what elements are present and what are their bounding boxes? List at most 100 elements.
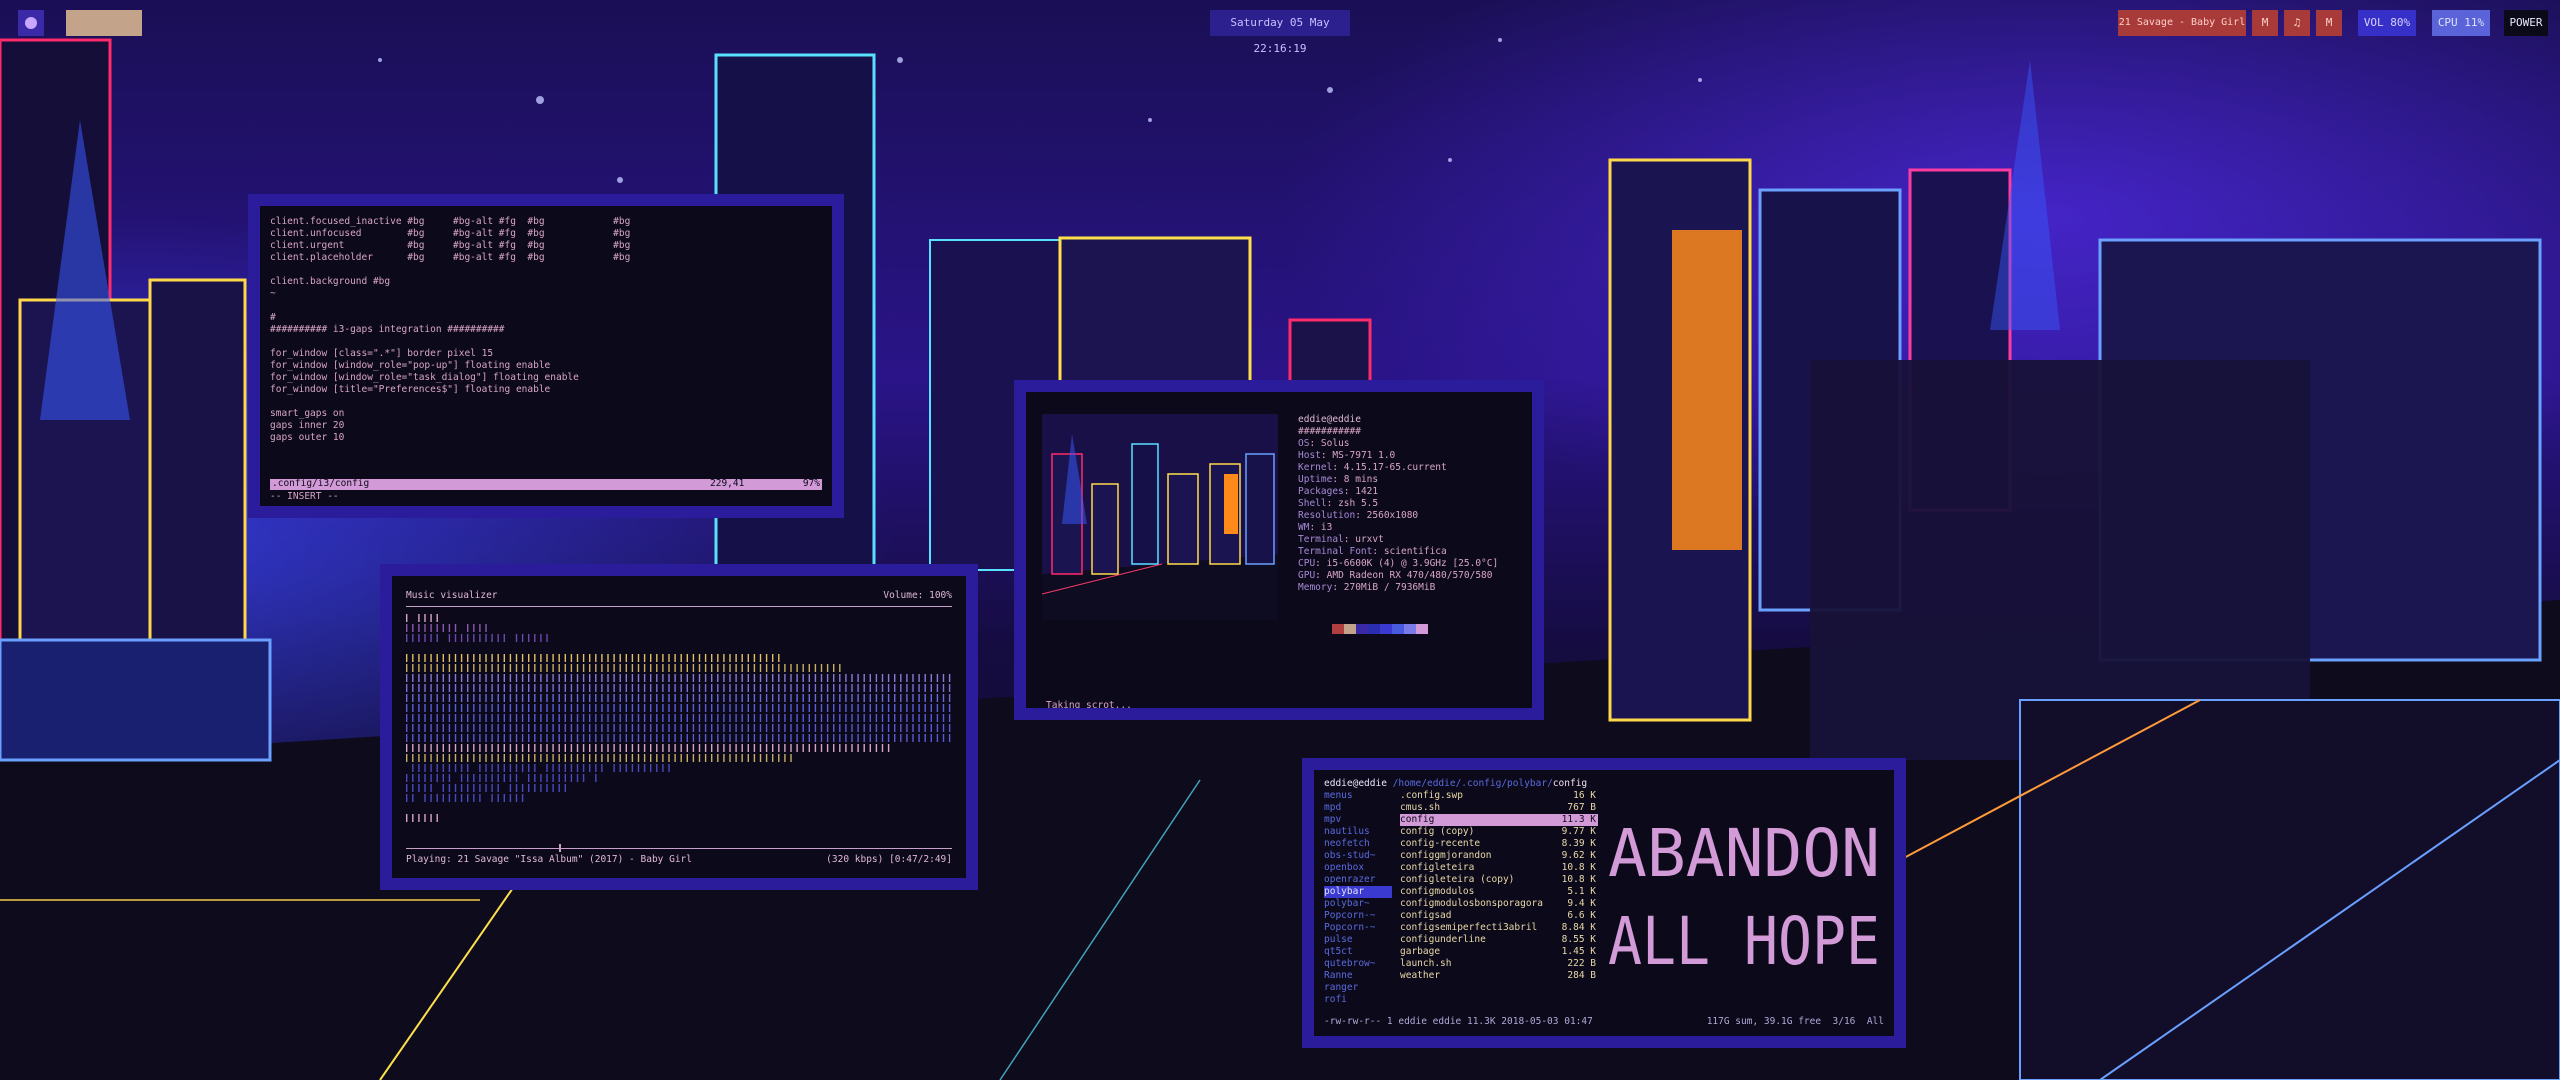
file-item[interactable]: garbage 1.45 K — [1400, 946, 1598, 958]
file-item[interactable]: config 11.3 K — [1400, 814, 1598, 826]
file-item[interactable]: config-recente 8.39 K — [1400, 838, 1598, 850]
file-item[interactable]: configleteira 10.8 K — [1400, 862, 1598, 874]
parent-dir-item[interactable]: polybar — [1324, 886, 1392, 898]
playing-info: Playing: 21 Savage "Issa Album" (2017) -… — [406, 854, 692, 865]
code-line[interactable]: client.background #bg — [270, 276, 822, 288]
palette-swatch — [1368, 624, 1380, 634]
code-line[interactable]: gaps inner 20 — [270, 420, 822, 432]
code-line[interactable] — [270, 336, 822, 348]
code-line[interactable]: for_window [window_role="pop-up"] floati… — [270, 360, 822, 372]
sysinfo-row: Memory: 270MiB / 7936MiB — [1298, 582, 1436, 593]
code-line[interactable] — [270, 300, 822, 312]
editor-buffer[interactable]: client.focused_inactive #bg #bg-alt #fg … — [270, 216, 822, 496]
workspace-active-button[interactable] — [66, 10, 142, 36]
sysinfo-row: CPU: i5-6600K (4) @ 3.9GHz [25.0°C] — [1298, 558, 1499, 569]
parent-dir-item[interactable]: ranger — [1324, 982, 1392, 994]
ranger-file-manager-window[interactable]: eddie@eddie /home/eddie/.config/polybar/… — [1302, 758, 1906, 1048]
parent-dir-item[interactable]: neofetch — [1324, 838, 1392, 850]
sysinfo-value: AMD Radeon RX 470/480/570/580 — [1326, 570, 1493, 581]
music-visualizer-window[interactable]: Music visualizer Volume: 100% Playing: 2… — [380, 564, 978, 890]
clock: Saturday 05 May 22:16:19 — [1210, 10, 1350, 55]
file-size: 1.45 K — [1561, 946, 1596, 957]
parent-dir-item[interactable]: mpd — [1324, 802, 1392, 814]
file-item[interactable]: config (copy) 9.77 K — [1400, 826, 1598, 838]
ranger-current: config — [1552, 778, 1588, 789]
parent-dir-item[interactable]: rofi — [1324, 994, 1392, 1006]
file-size: 8.55 K — [1561, 934, 1596, 945]
next-track-button[interactable]: M — [2316, 10, 2342, 36]
file-item[interactable]: cmus.sh 767 B — [1400, 802, 1598, 814]
code-line[interactable]: smart_gaps on — [270, 408, 822, 420]
play-pause-button[interactable]: ♫ — [2284, 10, 2310, 36]
sysinfo-row: Resolution: 2560x1080 — [1298, 510, 1419, 521]
code-line[interactable]: ########## i3-gaps integration #########… — [270, 324, 822, 336]
code-line[interactable]: for_window [class=".*"] border pixel 15 — [270, 348, 822, 360]
file-item[interactable]: configsemiperfecti3abril 8.84 K — [1400, 922, 1598, 934]
code-line[interactable]: gaps outer 10 — [270, 432, 822, 444]
parent-dir-item[interactable]: Popcorn-~ — [1324, 910, 1392, 922]
code-line[interactable] — [270, 396, 822, 408]
parent-dir-item[interactable]: menus — [1324, 790, 1392, 802]
file-item[interactable]: weather 284 B — [1400, 970, 1598, 982]
file-size: 10.8 K — [1561, 874, 1596, 885]
parent-dir-item[interactable]: qutebrow~ — [1324, 958, 1392, 970]
parent-dir-item[interactable]: Ranne — [1324, 970, 1392, 982]
file-item[interactable]: configsad 6.6 K — [1400, 910, 1598, 922]
sysinfo-row: OS: Solus — [1298, 438, 1350, 449]
code-line[interactable]: client.placeholder #bg #bg-alt #fg #bg #… — [270, 252, 822, 264]
visualizer-volume: Volume: 100% — [883, 590, 952, 601]
ranger-dir: /home/eddie/.config/polybar/ — [1392, 778, 1553, 789]
cpu-indicator: CPU 11% — [2432, 10, 2490, 36]
parent-dir-item[interactable]: nautilus — [1324, 826, 1392, 838]
parent-dir-item[interactable]: openbox — [1324, 862, 1392, 874]
now-playing[interactable]: 21 Savage - Baby Girl — [2118, 10, 2246, 36]
file-name: configleteira (copy) — [1400, 874, 1515, 885]
neofetch-rule: ########### — [1298, 426, 1361, 437]
workspace-1-button[interactable] — [18, 10, 44, 36]
file-item[interactable]: configmodulos 5.1 K — [1400, 886, 1598, 898]
code-line[interactable]: client.focused_inactive #bg #bg-alt #fg … — [270, 216, 822, 228]
code-line[interactable]: ~ — [270, 288, 822, 300]
parent-dir-item[interactable]: openrazer — [1324, 874, 1392, 886]
progress-marker[interactable] — [558, 844, 561, 852]
parent-dir-item[interactable]: mpv — [1324, 814, 1392, 826]
code-line[interactable] — [270, 264, 822, 276]
palette-swatch — [1344, 624, 1356, 634]
file-item[interactable]: configmodulosbonsporagora 9.4 K — [1400, 898, 1598, 910]
file-item[interactable]: configleteira (copy) 10.8 K — [1400, 874, 1598, 886]
code-line[interactable]: # — [270, 312, 822, 324]
sysinfo-value: urxvt — [1355, 534, 1384, 545]
code-line[interactable]: for_window [window_role="task_dialog"] f… — [270, 372, 822, 384]
preview-art-text: ABANDON — [1608, 815, 1880, 892]
parent-dir-item[interactable]: pulse — [1324, 934, 1392, 946]
previous-track-button[interactable]: M — [2252, 10, 2278, 36]
vim-config-window[interactable]: client.focused_inactive #bg #bg-alt #fg … — [248, 194, 844, 518]
file-item[interactable]: configunderline 8.55 K — [1400, 934, 1598, 946]
sysinfo-value: MS-7971 1.0 — [1332, 450, 1396, 461]
volume-indicator[interactable]: VOL 80% — [2358, 10, 2416, 36]
progress-track[interactable] — [406, 848, 952, 849]
file-size: 11.3 K — [1561, 814, 1596, 825]
code-line[interactable]: client.urgent #bg #bg-alt #fg #bg #bg — [270, 240, 822, 252]
parent-dir-item[interactable]: qt5ct — [1324, 946, 1392, 958]
code-line[interactable]: client.unfocused #bg #bg-alt #fg #bg #bg — [270, 228, 822, 240]
power-button[interactable]: POWER — [2504, 10, 2548, 36]
parent-dir-item[interactable]: polybar~ — [1324, 898, 1392, 910]
parent-directory-list[interactable]: menus mpd mpv nautilus neofetch obs-stud~ open… — [1324, 790, 1392, 1006]
code-line[interactable]: for_window [title="Preferences$"] floati… — [270, 384, 822, 396]
file-size: 767 B — [1567, 802, 1596, 813]
sysinfo-row: Packages: 1421 — [1298, 486, 1379, 497]
file-size: 6.6 K — [1567, 910, 1596, 921]
file-status: -rw-rw-r-- 1 eddie eddie 11.3K 2018-05-0… — [1324, 1016, 1593, 1027]
visualizer-title: Music visualizer — [406, 590, 498, 601]
file-list[interactable]: .config.swp 16 Kcmus.sh 767 Bconfig 11.3 Kc… — [1400, 790, 1598, 982]
parent-dir-item[interactable]: obs-stud~ — [1324, 850, 1392, 862]
neofetch-window[interactable]: eddie@eddie ########### OS: Solus Host: MS-… — [1014, 380, 1544, 720]
sysinfo-key: CPU — [1298, 558, 1316, 569]
file-item[interactable]: launch.sh 222 B — [1400, 958, 1598, 970]
file-item[interactable]: .config.swp 16 K — [1400, 790, 1598, 802]
file-item[interactable]: configgmjorandon 9.62 K — [1400, 850, 1598, 862]
parent-dir-item[interactable]: Popcorn-~ — [1324, 922, 1392, 934]
palette-swatch — [1380, 624, 1392, 634]
neofetch-status: Taking scrot... — [1046, 700, 1132, 711]
